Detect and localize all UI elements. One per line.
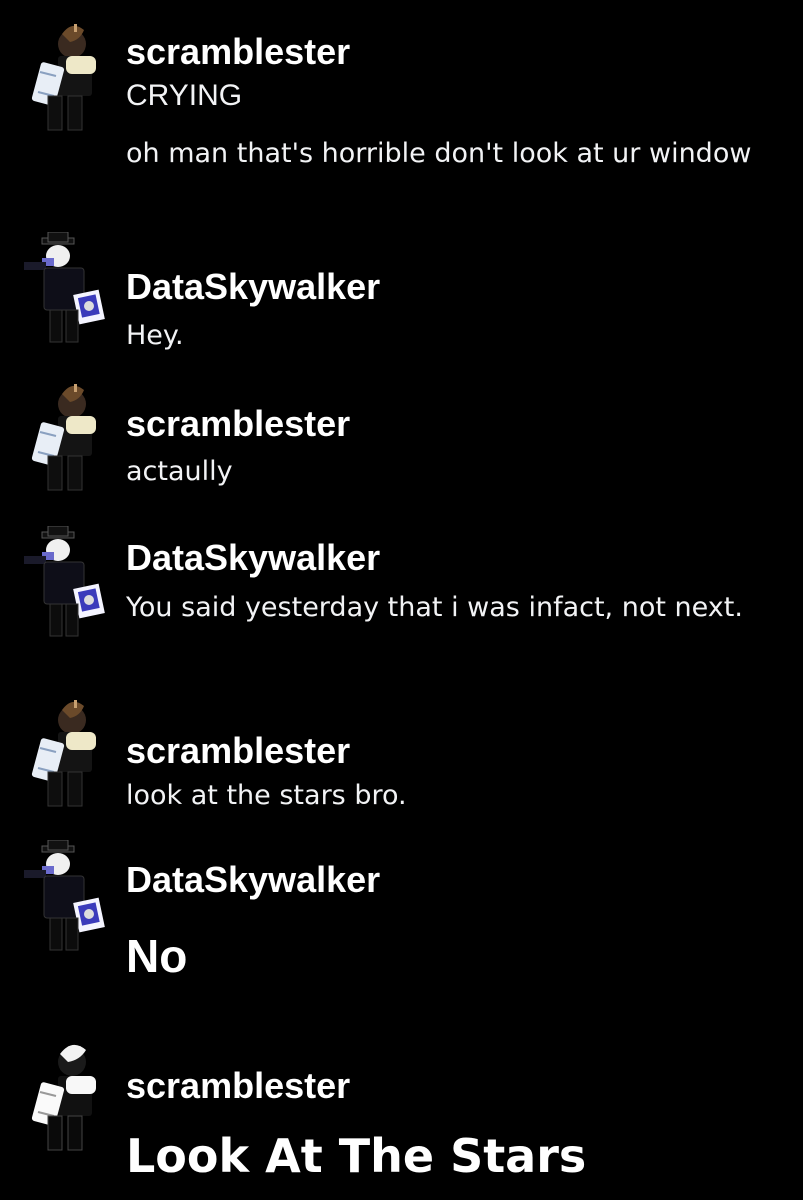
avatar-dataskywalker-icon[interactable] [14,232,114,352]
avatar-dataskywalker-icon[interactable] [14,526,114,646]
message-text: No [126,930,188,982]
avatar-scramblester-icon[interactable] [22,372,122,492]
username[interactable]: scramblester [126,404,350,444]
username[interactable]: scramblester [126,731,350,771]
avatar-scramblester-icon[interactable] [22,688,122,808]
message-text: oh man that's horrible don't look at ur … [126,138,752,169]
username[interactable]: DataSkywalker [126,538,380,578]
avatar-scramblester-icon[interactable] [22,1032,122,1152]
username[interactable]: scramblester [126,32,350,72]
username[interactable]: scramblester [126,1066,350,1106]
message-text: CRYING [126,79,243,112]
username[interactable]: DataSkywalker [126,860,380,900]
message-text: Look At The Stars [126,1129,587,1183]
avatar-scramblester-icon[interactable] [22,12,122,132]
username[interactable]: DataSkywalker [126,267,380,307]
avatar-dataskywalker-icon[interactable] [14,840,114,960]
message-text: look at the stars bro. [126,780,407,811]
message-text: Hey. [126,320,184,351]
message-text: You said yesterday that i was infact, no… [126,592,743,623]
message-text: actaully [126,456,233,487]
